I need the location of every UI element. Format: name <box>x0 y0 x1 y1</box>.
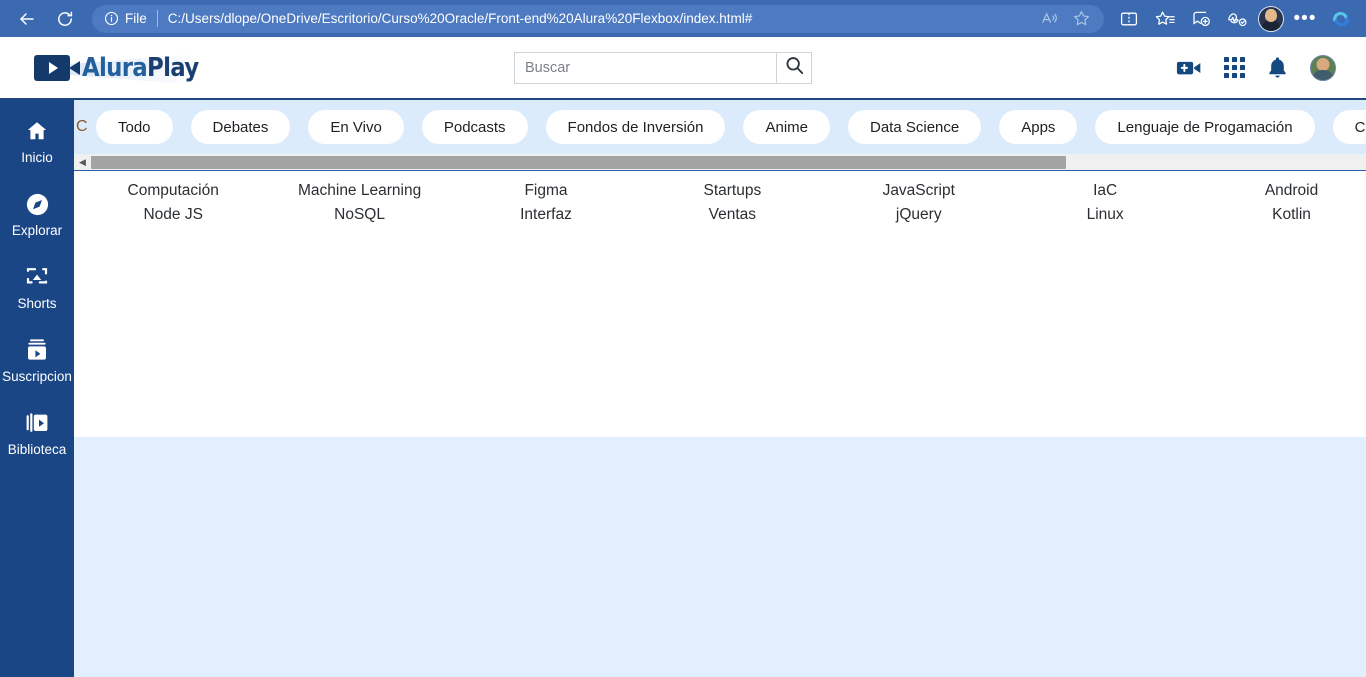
browser-toolbar: File C:/Users/dlope/OneDrive/Escritorio/… <box>0 0 1366 37</box>
category-label-node-js[interactable]: Node JS <box>143 206 202 224</box>
category-label-nosql[interactable]: NoSQL <box>334 206 385 224</box>
category-label-startups[interactable]: Startups <box>704 182 762 200</box>
category-column: Computación Node JS <box>80 175 266 224</box>
category-label-ventas[interactable]: Ventas <box>709 206 756 224</box>
search-icon <box>784 55 805 81</box>
address-url-text[interactable]: C:/Users/dlope/OneDrive/Escritorio/Curso… <box>168 11 1034 26</box>
chip-debates[interactable]: Debates <box>190 110 291 144</box>
scroll-left-arrow-icon[interactable]: ◀ <box>74 154 91 171</box>
collections-icon[interactable] <box>1186 5 1216 33</box>
sidebar-label-shorts: Shorts <box>17 296 57 311</box>
profile-avatar[interactable] <box>1258 5 1284 32</box>
chip-data-science[interactable]: Data Science <box>848 110 982 144</box>
category-column: Startups Ventas <box>639 175 825 224</box>
category-label-android[interactable]: Android <box>1265 182 1318 200</box>
blue-content-panel <box>74 437 1366 677</box>
sidebar-item-inicio[interactable]: Inicio <box>0 118 74 165</box>
chip-en-vivo[interactable]: En Vivo <box>308 110 404 144</box>
clipped-chip-letter: C <box>76 118 88 135</box>
logo-text: AluraPlay <box>82 53 199 83</box>
main-content: C Todo Debates En Vivo Podcasts Fondos d… <box>74 100 1366 677</box>
search-input[interactable] <box>514 51 776 84</box>
page-body: Inicio Explorar Shorts Suscripcion Bibli… <box>0 100 1366 677</box>
sidebar-label-biblioteca: Biblioteca <box>7 442 67 457</box>
horizontal-scroll-thumb[interactable] <box>91 155 1066 169</box>
category-label-iac[interactable]: IaC <box>1093 182 1117 200</box>
back-button[interactable] <box>10 4 44 34</box>
chip-fondos-de-inversion[interactable]: Fondos de Inversión <box>545 110 726 144</box>
address-scheme-label: File <box>125 11 147 26</box>
chip-anime[interactable]: Anime <box>743 110 830 144</box>
site-logo[interactable]: AluraPlay <box>34 53 214 85</box>
category-column: Figma Interfaz <box>453 175 639 224</box>
info-icon[interactable] <box>104 11 119 26</box>
sidebar-label-inicio: Inicio <box>21 150 53 165</box>
category-label-linux[interactable]: Linux <box>1087 206 1124 224</box>
logo-alura-text: Alura <box>82 52 148 83</box>
copilot-icon[interactable] <box>1326 5 1356 33</box>
subscriptions-icon <box>25 337 49 363</box>
apps-grid-icon[interactable] <box>1224 57 1245 78</box>
category-column: JavaScript jQuery <box>826 175 1012 224</box>
read-aloud-icon[interactable] <box>1034 5 1064 33</box>
sidebar: Inicio Explorar Shorts Suscripcion Bibli… <box>0 100 74 677</box>
category-label-jquery[interactable]: jQuery <box>896 206 942 224</box>
chip-ciencia-clipped[interactable]: Ci <box>1332 110 1366 144</box>
category-label-computacion[interactable]: Computación <box>128 182 219 200</box>
address-separator <box>156 10 158 27</box>
horizontal-scroll-track[interactable] <box>91 154 1366 171</box>
sidebar-item-shorts[interactable]: Shorts <box>0 264 74 311</box>
library-icon <box>25 410 49 436</box>
chip-lenguaje-de-progamacion[interactable]: Lenguaje de Progamación <box>1095 110 1315 144</box>
chip-todo[interactable]: Todo <box>96 110 173 144</box>
settings-more-icon[interactable]: ••• <box>1290 5 1320 33</box>
category-label-kotlin[interactable]: Kotlin <box>1272 206 1311 224</box>
favorites-icon[interactable] <box>1150 5 1180 33</box>
category-column: Android Kotlin <box>1198 175 1366 224</box>
sidebar-item-suscripcion[interactable]: Suscripcion <box>0 337 74 384</box>
split-screen-icon[interactable] <box>1114 5 1144 33</box>
star-favorite-icon[interactable] <box>1066 5 1096 33</box>
search-button[interactable] <box>776 51 812 84</box>
horizontal-scrollbar[interactable]: ◀ <box>74 154 1366 171</box>
compass-icon <box>25 191 50 217</box>
category-label-javascript[interactable]: JavaScript <box>883 182 955 200</box>
site-header: AluraPlay <box>0 37 1366 100</box>
browser-tools: ••• <box>1114 5 1356 33</box>
shorts-screen-icon <box>24 264 50 290</box>
category-column: IaC Linux <box>1012 175 1198 224</box>
category-label-interfaz[interactable]: Interfaz <box>520 206 572 224</box>
header-actions <box>1176 54 1336 81</box>
logo-play-text: Play <box>147 52 199 83</box>
reload-icon <box>55 9 75 29</box>
reload-button[interactable] <box>48 4 82 34</box>
home-icon <box>25 118 49 144</box>
aluraplay-page: AluraPlay Buscar Inicio Explorar Shorts … <box>0 37 1366 677</box>
create-video-icon[interactable] <box>1176 58 1202 78</box>
video-camera-icon <box>34 54 80 81</box>
chip-apps[interactable]: Apps <box>999 110 1078 144</box>
sidebar-label-explorar: Explorar <box>11 223 63 238</box>
search-bar <box>514 51 812 84</box>
sidebar-item-biblioteca[interactable]: Biblioteca <box>0 410 74 457</box>
category-grid: Computación Node JS Machine Learning NoS… <box>74 175 1366 224</box>
user-avatar[interactable] <box>1310 54 1336 81</box>
category-chips-strip: C Todo Debates En Vivo Podcasts Fondos d… <box>74 100 1366 154</box>
sidebar-item-explorar[interactable]: Explorar <box>0 191 74 238</box>
back-arrow-icon <box>17 9 37 29</box>
category-label-figma[interactable]: Figma <box>524 182 567 200</box>
category-label-machine-learning[interactable]: Machine Learning <box>298 182 421 200</box>
address-bar[interactable]: File C:/Users/dlope/OneDrive/Escritorio/… <box>92 4 1104 33</box>
browser-essentials-icon[interactable] <box>1222 5 1252 33</box>
sidebar-label-suscripcion: Suscripcion <box>2 369 72 384</box>
category-column: Machine Learning NoSQL <box>266 175 452 224</box>
chip-podcasts[interactable]: Podcasts <box>421 110 528 144</box>
notifications-bell-icon[interactable] <box>1267 56 1288 79</box>
